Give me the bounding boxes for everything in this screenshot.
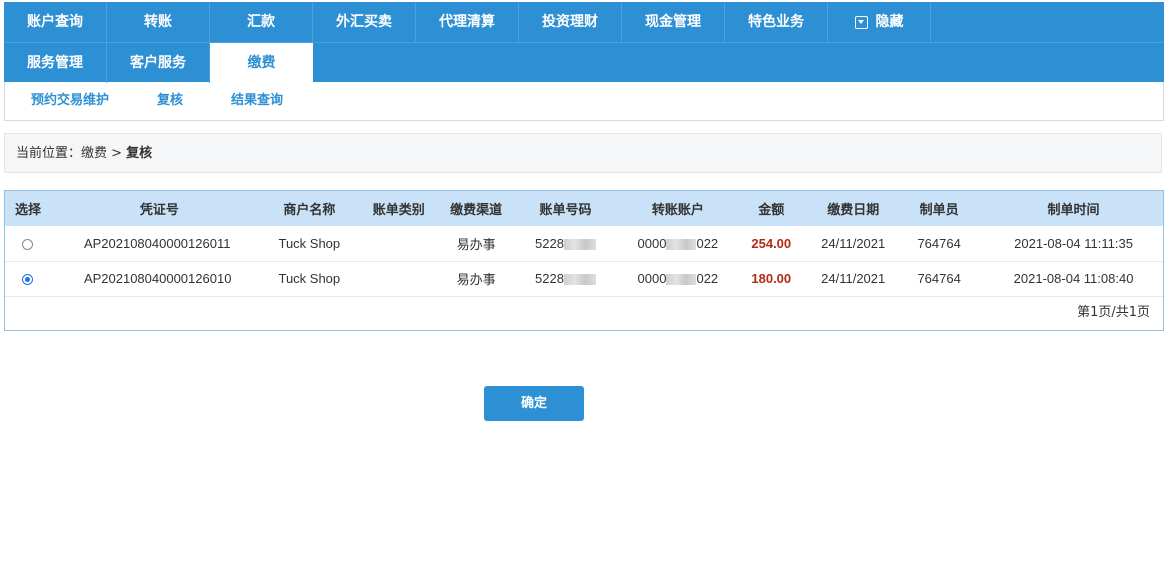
- col-header-voucher: 凭证号: [139, 203, 179, 218]
- top-navigation: 账户查询 转账 汇款 外汇买卖 代理清算 投资理财 现金管理 特色业务 隐藏 服…: [4, 2, 1164, 83]
- subnav-result-query[interactable]: 结果查询: [231, 82, 283, 120]
- channel-cell: 易办事: [456, 272, 496, 287]
- col-header-bill-type: 账单类别: [372, 203, 425, 218]
- col-header-operator: 制单员: [919, 203, 959, 218]
- col-header-created-time: 制单时间: [1047, 203, 1100, 218]
- amount-cell: 180.00: [751, 271, 792, 286]
- bill-type-cell: [351, 261, 447, 296]
- nav-item-remittance[interactable]: 汇款: [210, 2, 313, 42]
- bill-number-cell: 5228: [506, 261, 626, 296]
- account-prefix: 0000: [637, 235, 667, 251]
- created-time-cell: 2021-08-04 11:08:40: [1013, 271, 1134, 286]
- confirm-button[interactable]: 确定: [484, 386, 584, 421]
- subnav-scheduled-maintenance[interactable]: 预约交易维护: [31, 82, 109, 120]
- breadcrumb-current: 复核: [126, 146, 153, 161]
- redacted-blur: [666, 238, 697, 250]
- breadcrumb: 当前位置：缴费 > 复核: [4, 133, 1162, 173]
- operator-cell: 764764: [917, 271, 961, 286]
- nav-item-customer-service[interactable]: 客户服务: [107, 43, 210, 83]
- account-suffix: 022: [696, 271, 719, 286]
- redacted-blur: [563, 274, 596, 286]
- voucher-cell: AP202108040000126011: [83, 235, 231, 251]
- row-select-cell: [5, 261, 51, 296]
- nav-item-investment[interactable]: 投资理财: [519, 2, 622, 42]
- row-radio[interactable]: [22, 238, 34, 250]
- row-select-cell: [5, 226, 51, 261]
- account-prefix: 0000: [637, 271, 667, 286]
- col-header-pay-date: 缴费日期: [827, 203, 880, 218]
- channel-cell: 易办事: [456, 236, 496, 252]
- col-header-amount: 金额: [758, 203, 785, 218]
- nav-row-primary: 账户查询 转账 汇款 外汇买卖 代理清算 投资理财 现金管理 特色业务 隐藏: [4, 2, 931, 42]
- bill-number-prefix: 5228: [535, 235, 564, 251]
- col-header-bill-number: 账单号码: [539, 203, 592, 218]
- nav-item-cash-management[interactable]: 现金管理: [622, 2, 725, 42]
- nav-item-account-query[interactable]: 账户查询: [4, 2, 107, 42]
- payment-review-table: 选择 凭证号 商户名称 账单类别 缴费渠道 账单号码 转账账户 金额 缴费日期 …: [4, 190, 1164, 331]
- nav-item-payment[interactable]: 缴费: [210, 43, 313, 83]
- pay-date-cell: 24/11/2021: [821, 235, 886, 251]
- collapse-toggle-icon: [854, 15, 868, 29]
- amount-cell: 254.00: [751, 235, 792, 251]
- table-row[interactable]: AP202108040000126010 Tuck Shop 易办事 5228 …: [5, 261, 1163, 296]
- voucher-cell: AP202108040000126010: [83, 271, 232, 286]
- nav-item-forex[interactable]: 外汇买卖: [313, 2, 416, 42]
- row-radio[interactable]: [22, 274, 34, 286]
- nav-item-special-business[interactable]: 特色业务: [725, 2, 828, 42]
- nav-hide-toggle[interactable]: 隐藏: [828, 2, 931, 42]
- pagination-info: 第1页/共1页: [1077, 305, 1150, 320]
- col-header-channel: 缴费渠道: [450, 203, 503, 218]
- redacted-blur: [666, 274, 697, 286]
- bill-number-cell: 5228: [506, 226, 626, 261]
- nav-item-service-management[interactable]: 服务管理: [4, 43, 107, 83]
- table-header-row: 选择 凭证号 商户名称 账单类别 缴费渠道 账单号码 转账账户 金额 缴费日期 …: [5, 191, 1163, 226]
- nav-item-clearing[interactable]: 代理清算: [416, 2, 519, 42]
- subnav-review[interactable]: 复核: [157, 82, 183, 120]
- merchant-cell: Tuck Shop: [278, 235, 341, 251]
- bill-type-cell: [351, 226, 447, 261]
- account-cell: 0000 022: [625, 261, 730, 296]
- nav-row-secondary: 服务管理 客户服务 缴费: [4, 43, 313, 83]
- nav-hide-label: 隐藏: [875, 14, 904, 30]
- redacted-blur: [563, 238, 596, 250]
- bill-number-prefix: 5228: [535, 271, 564, 286]
- col-header-account: 转账账户: [651, 203, 704, 218]
- col-header-merchant: 商户名称: [283, 203, 336, 218]
- nav-item-transfer[interactable]: 转账: [107, 2, 210, 42]
- pay-date-cell: 24/11/2021: [821, 271, 886, 286]
- col-header-select: 选择: [14, 203, 41, 218]
- operator-cell: 764764: [917, 235, 961, 251]
- merchant-cell: Tuck Shop: [278, 271, 341, 286]
- account-cell: 0000 022: [625, 226, 730, 261]
- created-time-cell: 2021-08-04 11:11:35: [1014, 235, 1133, 251]
- account-suffix: 022: [696, 235, 719, 251]
- table-row[interactable]: AP202108040000126011 Tuck Shop 易办事 5228 …: [5, 226, 1163, 261]
- breadcrumb-prefix: 当前位置：缴费 >: [16, 146, 127, 161]
- sub-navigation: 预约交易维护 复核 结果查询: [4, 82, 1164, 121]
